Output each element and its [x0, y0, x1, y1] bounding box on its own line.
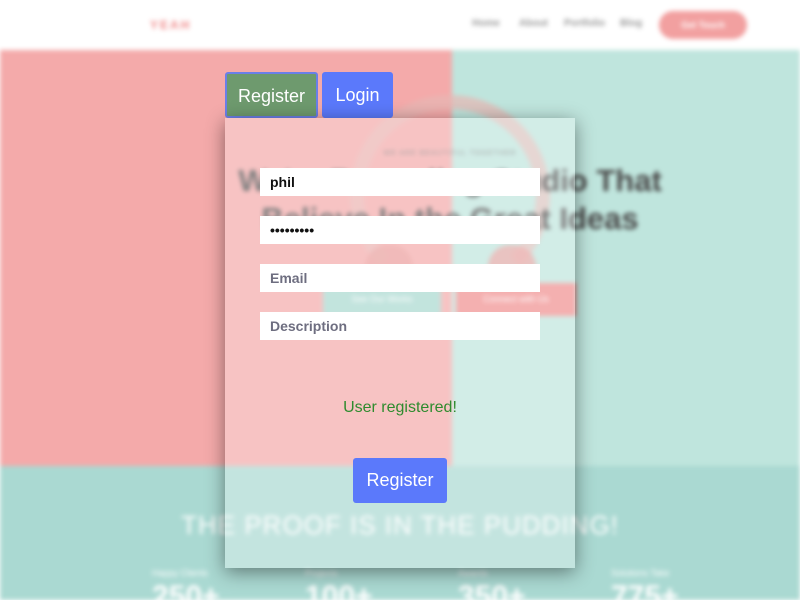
stat-label: Happy Clients	[152, 568, 209, 578]
stat-value: 250+	[152, 580, 220, 600]
site-logo: YEAH	[150, 18, 192, 32]
stat-label: Awards	[458, 568, 488, 578]
description-field[interactable]	[260, 312, 540, 340]
nav-link-about: About	[519, 18, 548, 29]
stat-label: Projects	[305, 568, 338, 578]
email-field[interactable]	[260, 264, 540, 292]
stat-value: 775+	[611, 580, 679, 600]
stat-label: Solutions Take	[611, 568, 670, 578]
nav-link-portfolio: Portfolio	[564, 18, 606, 29]
site-header: YEAH Home About Portfolio Blog Get Touch	[0, 0, 800, 50]
tab-register[interactable]: Register	[225, 72, 318, 118]
stat-value: 350+	[458, 580, 526, 600]
tab-login[interactable]: Login	[322, 72, 393, 118]
nav-link-home: Home	[472, 18, 500, 29]
nav-cta-button: Get Touch	[659, 11, 747, 39]
status-message: User registered!	[343, 399, 457, 416]
username-field[interactable]	[260, 168, 540, 196]
password-field[interactable]	[260, 216, 540, 244]
stat-value: 100+	[305, 580, 373, 600]
register-submit-button[interactable]: Register	[353, 458, 447, 503]
nav-link-blog: Blog	[620, 18, 643, 29]
